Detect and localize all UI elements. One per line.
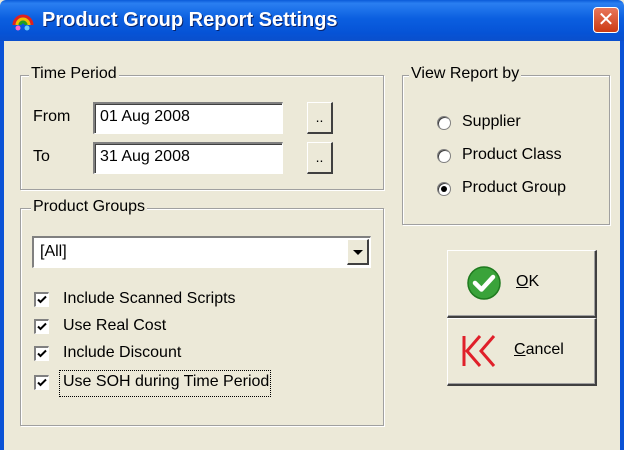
- cancel-label: Cancel: [514, 341, 564, 359]
- product-group-radio[interactable]: [437, 182, 451, 196]
- cancel-label-rest: ancel: [525, 341, 564, 358]
- check-circle-icon: [467, 266, 501, 300]
- supplier-radio[interactable]: [437, 116, 451, 130]
- use-soh-checkbox[interactable]: [34, 375, 49, 390]
- check-icon: [37, 378, 47, 387]
- to-date-input[interactable]: 31 Aug 2008: [93, 142, 283, 174]
- check-icon: [37, 349, 47, 358]
- window-frame-left: [0, 41, 4, 450]
- product-group-radio-label[interactable]: Product Group: [462, 179, 566, 197]
- include-scanned-scripts-checkbox[interactable]: [34, 292, 49, 307]
- view-report-by-legend: View Report by: [409, 65, 522, 83]
- dialog-window: Product Group Report Settings ✕ Time Per…: [0, 0, 624, 450]
- dropdown-button[interactable]: [347, 239, 369, 265]
- from-label: From: [33, 108, 71, 125]
- ok-label: OK: [516, 273, 539, 291]
- from-date-input[interactable]: 01 Aug 2008: [93, 102, 283, 134]
- use-soh-label[interactable]: Use SOH during Time Period: [63, 373, 269, 391]
- ok-button[interactable]: OK: [447, 250, 597, 318]
- double-chevron-left-icon: [462, 335, 496, 367]
- radio-selected-dot: [441, 186, 447, 192]
- close-button[interactable]: ✕: [593, 7, 619, 33]
- include-scanned-scripts-label[interactable]: Include Scanned Scripts: [63, 290, 236, 308]
- ok-mnemonic: O: [516, 273, 529, 290]
- product-group-select-value: [All]: [40, 243, 67, 260]
- cancel-button[interactable]: Cancel: [447, 318, 597, 386]
- product-groups-legend: Product Groups: [31, 198, 148, 216]
- supplier-radio-label[interactable]: Supplier: [462, 113, 521, 131]
- window-title: Product Group Report Settings: [42, 9, 338, 31]
- use-real-cost-checkbox[interactable]: [34, 319, 49, 334]
- product-group-select[interactable]: [All]: [32, 236, 371, 268]
- include-discount-checkbox[interactable]: [34, 346, 49, 361]
- include-discount-label[interactable]: Include Discount: [63, 344, 181, 362]
- window-frame-right[interactable]: [620, 41, 624, 450]
- use-real-cost-label[interactable]: Use Real Cost: [63, 317, 166, 335]
- to-label: To: [33, 148, 50, 165]
- from-date-picker-button[interactable]: ..: [307, 102, 333, 134]
- time-period-legend: Time Period: [29, 65, 119, 83]
- to-date-picker-button[interactable]: ..: [307, 142, 333, 174]
- chevron-down-icon: [353, 250, 363, 255]
- cancel-mnemonic: C: [514, 341, 526, 358]
- app-icon: [12, 14, 34, 31]
- ok-label-rest: K: [528, 273, 540, 290]
- product-class-radio-label[interactable]: Product Class: [462, 146, 562, 164]
- product-class-radio[interactable]: [437, 149, 451, 163]
- check-icon: [37, 295, 47, 304]
- close-icon: ✕: [597, 7, 615, 31]
- title-bar[interactable]: Product Group Report Settings ✕: [0, 0, 624, 41]
- check-icon: [37, 322, 47, 331]
